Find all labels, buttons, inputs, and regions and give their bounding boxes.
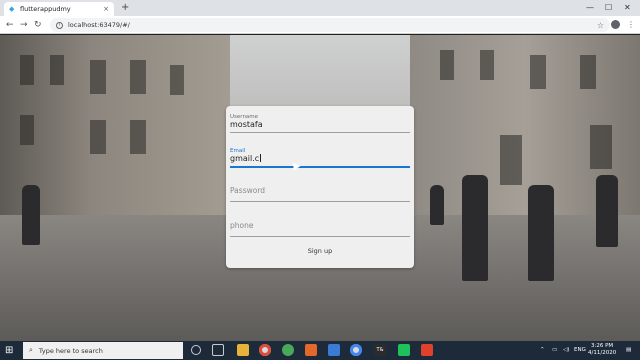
password-placeholder: Password [230, 186, 266, 195]
clock-date: 4/11/2020 [588, 350, 617, 356]
volume-icon[interactable]: ◁) [563, 346, 569, 354]
text-caret [260, 154, 262, 162]
background-person [22, 185, 40, 245]
search-icon: ⌕ [29, 346, 33, 354]
tray-up-arrow-icon[interactable]: ⌃ [540, 346, 545, 354]
phone-field[interactable]: phone [230, 221, 410, 237]
background-person [462, 175, 488, 281]
username-underline [230, 132, 410, 133]
signup-button[interactable]: Sign up [226, 247, 414, 255]
background-person [528, 185, 554, 281]
new-tab-button[interactable]: + [121, 2, 129, 14]
menu-icon[interactable]: ⋮ [627, 19, 635, 31]
username-field[interactable]: Username mostafa [230, 114, 410, 133]
flutter-favicon-icon: ◆ [9, 4, 15, 13]
signup-form-card: Username mostafa Email gmail.c Password … [226, 106, 414, 268]
browser-tab-strip: ◆ flutterappudmy × + — ☐ ✕ [0, 0, 640, 16]
password-field[interactable]: Password [230, 186, 410, 202]
email-underline [230, 166, 410, 168]
recorder-icon[interactable] [421, 344, 433, 356]
tab-close-icon[interactable]: × [103, 5, 109, 13]
phone-underline [230, 236, 410, 237]
taskbar-search-placeholder: Type here to search [38, 346, 103, 355]
language-indicator[interactable]: ENG [574, 346, 586, 354]
forward-icon[interactable]: → [20, 19, 28, 31]
email-value: gmail.c [230, 154, 260, 163]
android-studio-icon[interactable] [282, 344, 294, 356]
minimize-icon[interactable]: — [586, 2, 594, 14]
taskbar-search-box[interactable]: ⌕ Type here to search [23, 342, 183, 359]
email-field[interactable]: Email gmail.c [230, 148, 410, 168]
background-person [596, 175, 618, 247]
reload-icon[interactable]: ↻ [34, 19, 42, 31]
camtasia-icon[interactable] [398, 344, 410, 356]
tab-title: flutterappudmy [20, 5, 71, 13]
background-person [430, 185, 444, 225]
username-value: mostafa [230, 120, 263, 129]
chrome-icon-2[interactable] [350, 344, 362, 356]
clock-time: 3:26 PM [591, 343, 614, 349]
browser-toolbar: ← → ↻ i localhost:63479/#/ ☆ ⋮ [0, 16, 640, 34]
browser-tab[interactable]: ◆ flutterappudmy × [4, 2, 114, 16]
app-icon-orange[interactable] [305, 344, 317, 356]
task-view-icon[interactable] [212, 344, 224, 356]
close-window-icon[interactable]: ✕ [624, 2, 631, 14]
site-info-icon[interactable]: i [56, 21, 63, 29]
profile-avatar[interactable] [611, 20, 620, 29]
password-underline [230, 201, 410, 202]
background-sky [215, 35, 425, 115]
back-icon[interactable]: ← [6, 19, 14, 31]
bookmark-star-icon[interactable]: ☆ [597, 21, 604, 30]
windows-start-icon[interactable]: ⊞ [5, 345, 13, 356]
maximize-icon[interactable]: ☐ [605, 2, 612, 14]
notification-icon[interactable]: ▤ [626, 346, 631, 354]
network-icon[interactable]: ▭ [552, 346, 557, 354]
address-text: localhost:63479/#/ [68, 21, 130, 29]
chrome-icon[interactable] [259, 344, 271, 356]
cortana-icon[interactable] [191, 345, 201, 355]
taskbar-clock[interactable]: 3:26 PM 4/11/2020 [588, 343, 616, 357]
phone-placeholder: phone [230, 221, 254, 230]
terminal-icon[interactable]: T& [374, 344, 386, 356]
address-bar[interactable]: i localhost:63479/#/ ☆ [50, 18, 610, 32]
file-explorer-icon[interactable] [237, 344, 249, 356]
windows-taskbar: ⊞ ⌕ Type here to search T& ⌃ ▭ ◁) ENG 3:… [0, 341, 640, 360]
app-icon-blue[interactable] [328, 344, 340, 356]
